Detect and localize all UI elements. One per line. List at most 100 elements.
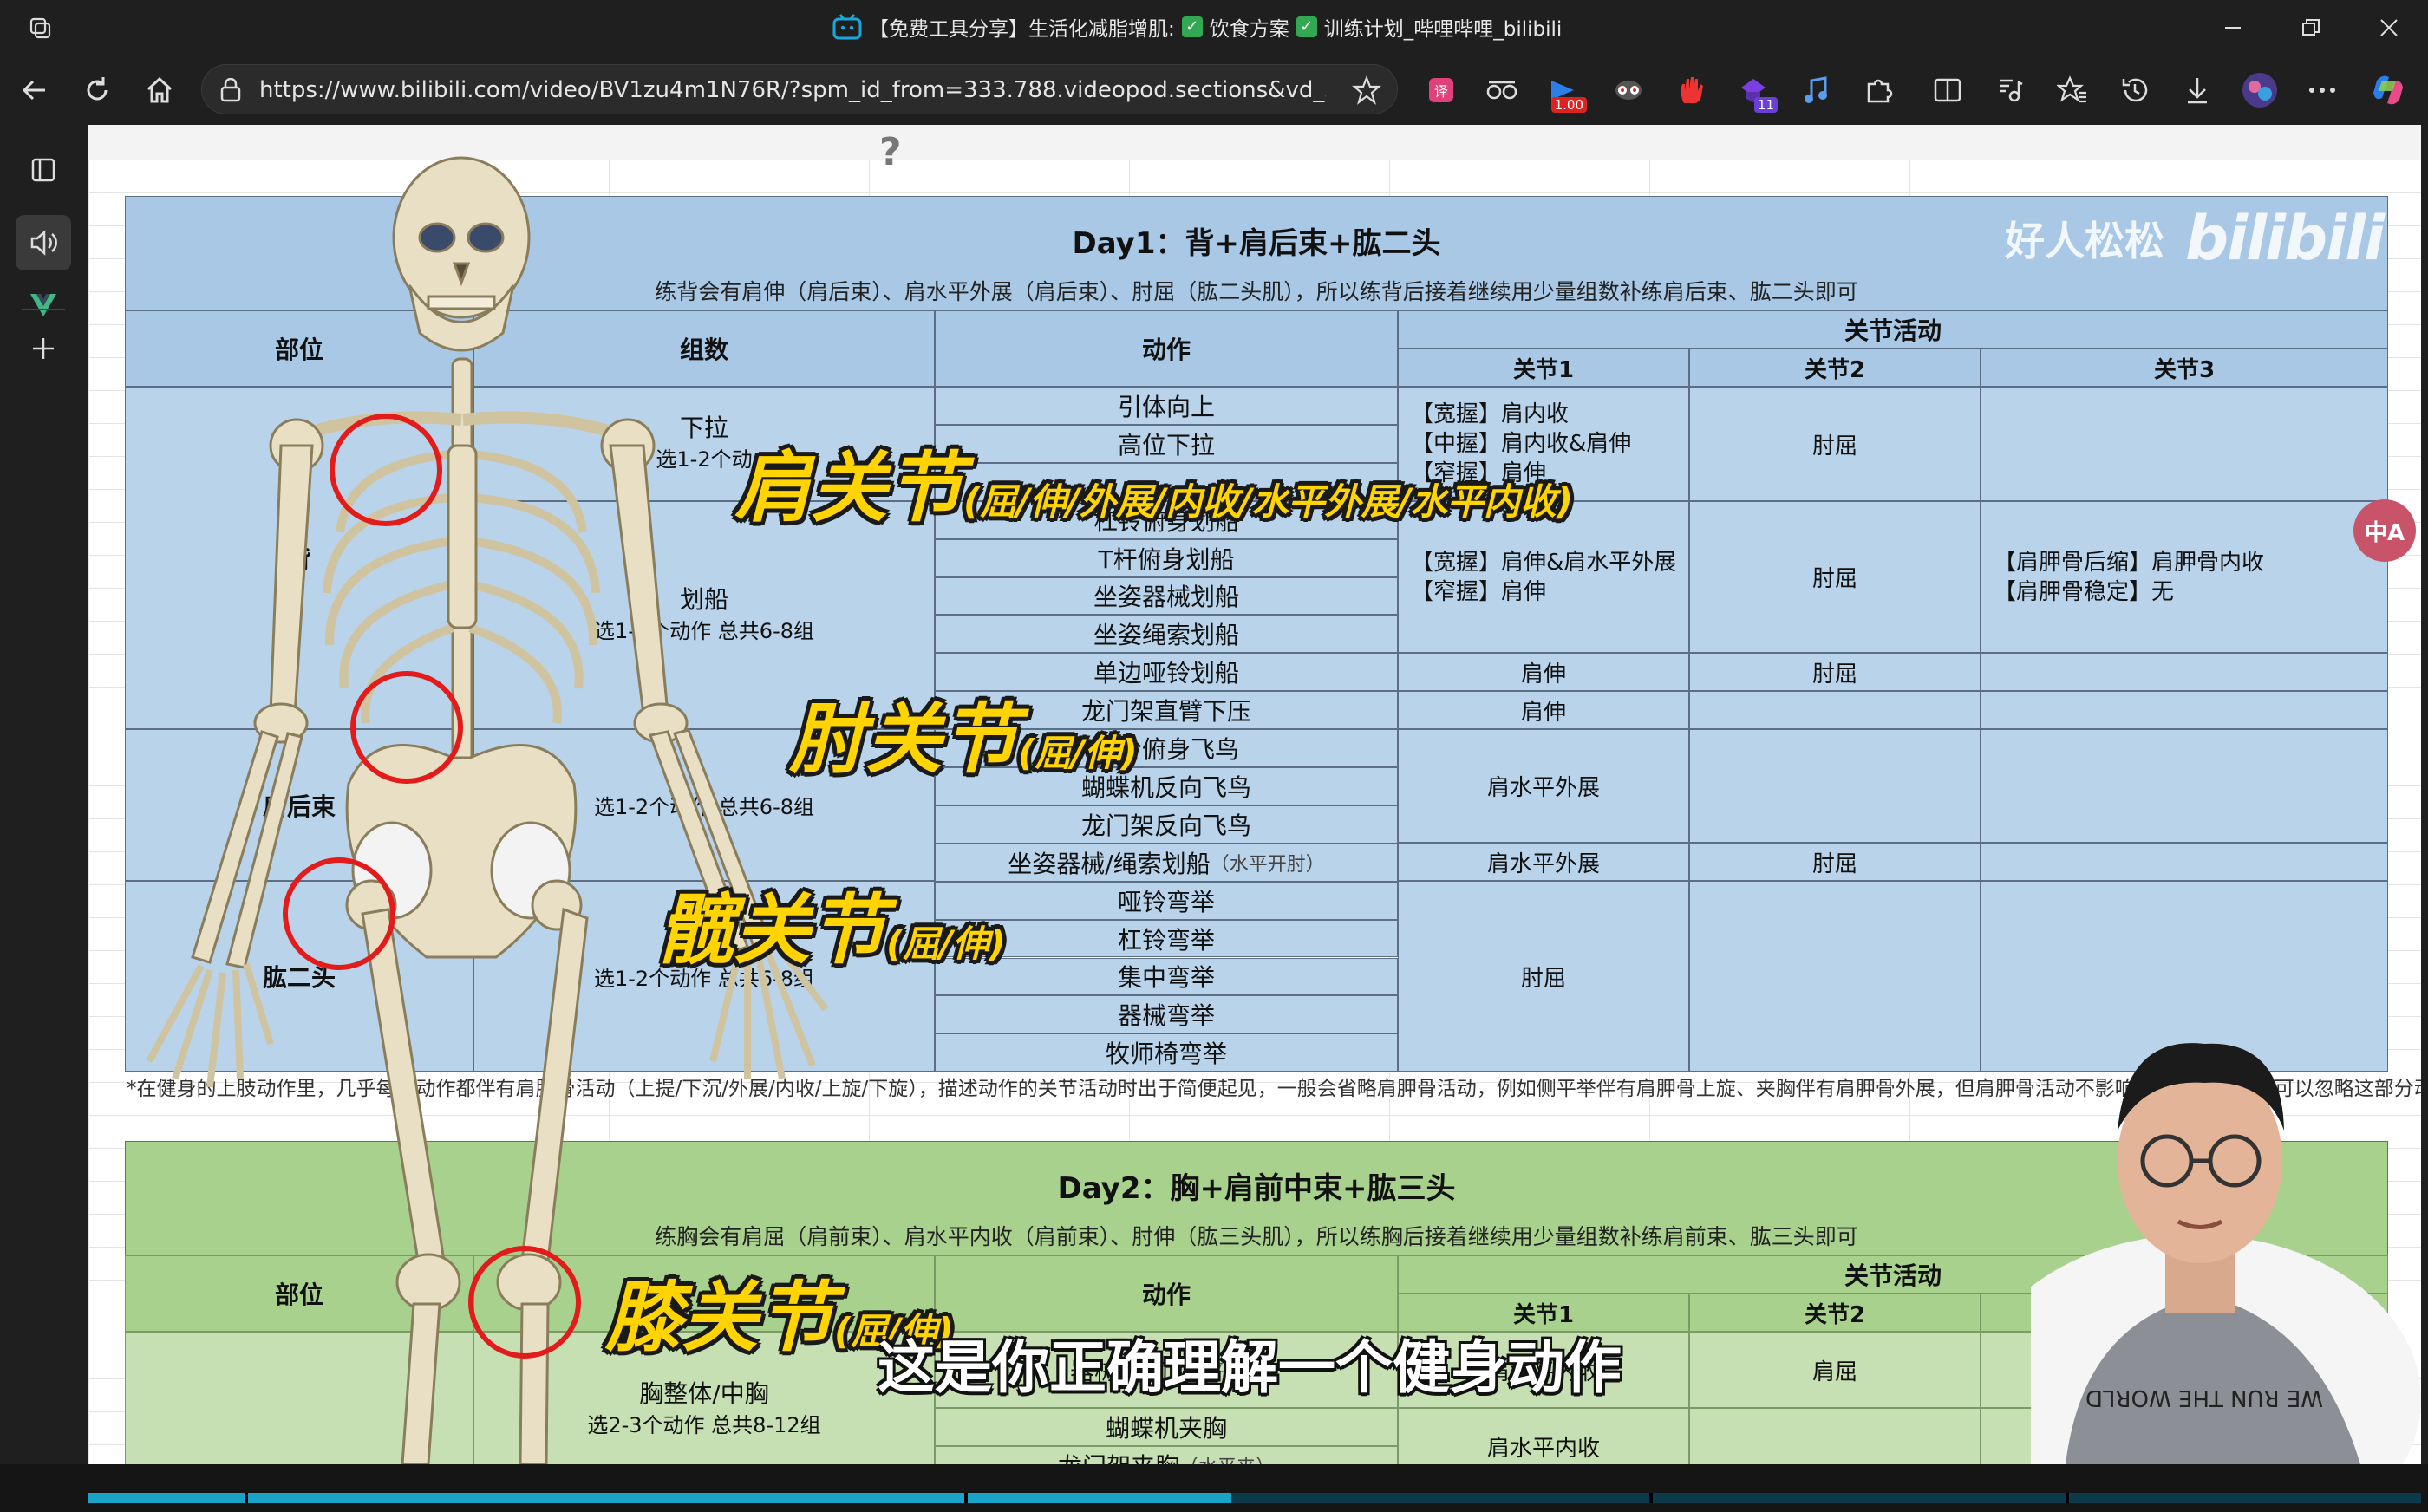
tab-actions-button[interactable] (16, 142, 71, 198)
more-options-icon[interactable] (2303, 69, 2341, 111)
shoulder-joint-label: 肩关节(屈/伸/外展/内收/水平外展/水平内收) (734, 427, 1573, 537)
elbow-joint-title: 肘关节 (789, 694, 1019, 784)
action-row: 龙门架反向飞鸟 (935, 805, 1398, 844)
history-icon[interactable] (2116, 69, 2154, 111)
action-row: 牧师椅弯举 (935, 1033, 1398, 1072)
music-note-icon[interactable] (1797, 69, 1835, 111)
back-button[interactable] (12, 68, 57, 113)
restore-button[interactable] (2272, 0, 2350, 55)
day2-action-row: 蝴蝶机夹胸 (935, 1408, 1398, 1446)
joint1-single-arm-row: 肩伸 (1398, 653, 1689, 691)
day2-joint2-row1: 肩屈 (1689, 1332, 1981, 1408)
action-row: 引体向上 (935, 387, 1398, 425)
read-aloud-icon[interactable] (1991, 69, 2029, 111)
action-name: 坐姿器械/绳索划船 (1008, 849, 1211, 878)
day2-action-note: （水平夹） (1179, 1451, 1275, 1464)
video-player[interactable]: ? Day1：背+肩后束+肱二头 练背会有肩伸（肩后束）、肩水平外展（肩后束）、… (88, 125, 2421, 1464)
video-subtitle: 这是你正确理解一个健身动作 (878, 1334, 1622, 1401)
header-sets: 组数 (473, 310, 935, 387)
action-name: 坐姿绳索划船 (1093, 621, 1239, 650)
action-row: 坐姿器械划船 (935, 577, 1398, 616)
close-button[interactable] (2350, 0, 2428, 55)
address-bar[interactable]: https://www.bilibili.com/video/BV1zu4m1N… (201, 64, 1398, 114)
joint1-rear-flyes: 肩水平外展 (1398, 729, 1689, 843)
joint2-group-row: 肘屈 (1689, 501, 1981, 653)
translate-extension-icon[interactable]: 译 (1422, 69, 1460, 111)
day2-joint2-row2 (1689, 1408, 1981, 1464)
checkbox-icon: ✓ (1296, 16, 1317, 37)
chapter-marker (964, 1493, 968, 1503)
site-info-icon[interactable] (219, 78, 242, 102)
plus-icon (33, 338, 54, 359)
knee-joint-marker (468, 1246, 581, 1359)
joint-text: 【肩胛骨后缩】肩胛骨内收 (1994, 549, 2265, 576)
action-name: 坐姿器械划船 (1093, 583, 1239, 612)
player-bottom-strip (0, 1464, 2428, 1512)
chapter-marker (2066, 1493, 2069, 1503)
extensions-puzzle-icon[interactable] (1859, 69, 1897, 111)
workspaces-icon[interactable] (26, 14, 54, 42)
purple-extension-icon[interactable]: 11 (1734, 69, 1778, 113)
joint1-wide-row: 肩水平外展 (1398, 843, 1689, 881)
home-button[interactable] (137, 68, 182, 113)
url-text[interactable]: https://www.bilibili.com/video/BV1zu4m1N… (259, 77, 1326, 103)
refresh-icon (87, 77, 108, 101)
video-progress-bar[interactable] (88, 1493, 2421, 1503)
joint3-group-pulldown (1981, 387, 2388, 501)
joint2-curls (1689, 881, 1981, 1072)
svg-text:译: 译 (1434, 83, 1448, 100)
joint2-wide-row: 肘屈 (1689, 843, 1981, 881)
bilibili-logo: bilibili (2185, 203, 2385, 274)
action-name: 集中弯举 (1117, 963, 1215, 993)
elbow-joint-marker (350, 671, 463, 784)
copilot-icon[interactable] (2369, 69, 2407, 111)
day2-part-chest (125, 1332, 473, 1464)
joint3-wide-row (1981, 843, 2388, 881)
joint2-straight-arm (1689, 691, 1981, 729)
day2-sets-title: 胸整体/中胸 (639, 1379, 769, 1408)
joint-text: 【窄握】肩伸 (1411, 578, 1547, 605)
new-tab-button[interactable] (16, 321, 71, 376)
favorite-star-icon[interactable] (1352, 75, 1381, 105)
joint1-straight-arm: 肩伸 (1398, 691, 1689, 729)
favorites-icon[interactable] (2053, 69, 2092, 111)
action-name: 器械弯举 (1117, 1001, 1215, 1031)
glasses-extension-icon[interactable] (1483, 69, 1521, 111)
elbow-joint-detail: (屈/伸) (1018, 732, 1138, 774)
hand-stop-extension-icon[interactable] (1672, 69, 1710, 111)
split-screen-icon[interactable] (1929, 69, 1967, 111)
action-name: 龙门架反向飞鸟 (1080, 811, 1251, 840)
joint2-single-arm-row: 肘屈 (1689, 653, 1981, 691)
joint2-group-pulldown: 肘屈 (1689, 387, 1981, 501)
action-name: 杠铃弯举 (1117, 925, 1215, 955)
extension-count-badge: 11 (1753, 97, 1778, 113)
hip-joint-detail: (屈/伸) (886, 922, 1006, 965)
day2-sets-desc: 选2-3个动作 总共8-12组 (587, 1413, 821, 1437)
hip-joint-title: 髋关节 (657, 885, 887, 974)
joint2-rear-flyes (1689, 729, 1981, 843)
refresh-button[interactable] (75, 68, 120, 113)
day2-header-action: 动作 (935, 1255, 1398, 1332)
mask-extension-icon[interactable] (1609, 69, 1648, 111)
action-row: 器械弯举 (935, 995, 1398, 1034)
action-row: 坐姿绳索划船 (935, 615, 1398, 654)
close-icon (2380, 19, 2398, 36)
minimize-button[interactable] (2194, 0, 2272, 55)
header-joint3: 关节3 (1981, 349, 2388, 387)
sidebar-divider (22, 309, 65, 310)
joint-text: 【宽握】肩内收 (1411, 401, 1570, 427)
translate-float-button[interactable]: 中A (2353, 499, 2416, 562)
hip-joint-label: 髋关节(屈/伸) (657, 869, 1006, 979)
audio-tab-button[interactable] (16, 215, 71, 270)
shoulder-joint-detail: (屈/伸/外展/内收/水平外展/水平内收) (963, 480, 1574, 523)
watermark-text: 好人松松 (2005, 218, 2164, 264)
video-speed-extension-icon[interactable]: 1.00 (1544, 69, 1587, 113)
joint3-single-arm-row (1981, 653, 2388, 691)
profile-avatar[interactable] (2241, 69, 2279, 111)
title-part2: 训练计划_哔哩哔哩_bilibili (1323, 18, 1563, 41)
header-joint1: 关节1 (1398, 349, 1689, 387)
downloads-icon[interactable] (2178, 69, 2216, 111)
uploader-watermark: 好人松松 bilibili (2005, 203, 2385, 274)
action-name: 哑铃弯举 (1117, 887, 1215, 916)
action-name: 引体向上 (1117, 392, 1215, 421)
